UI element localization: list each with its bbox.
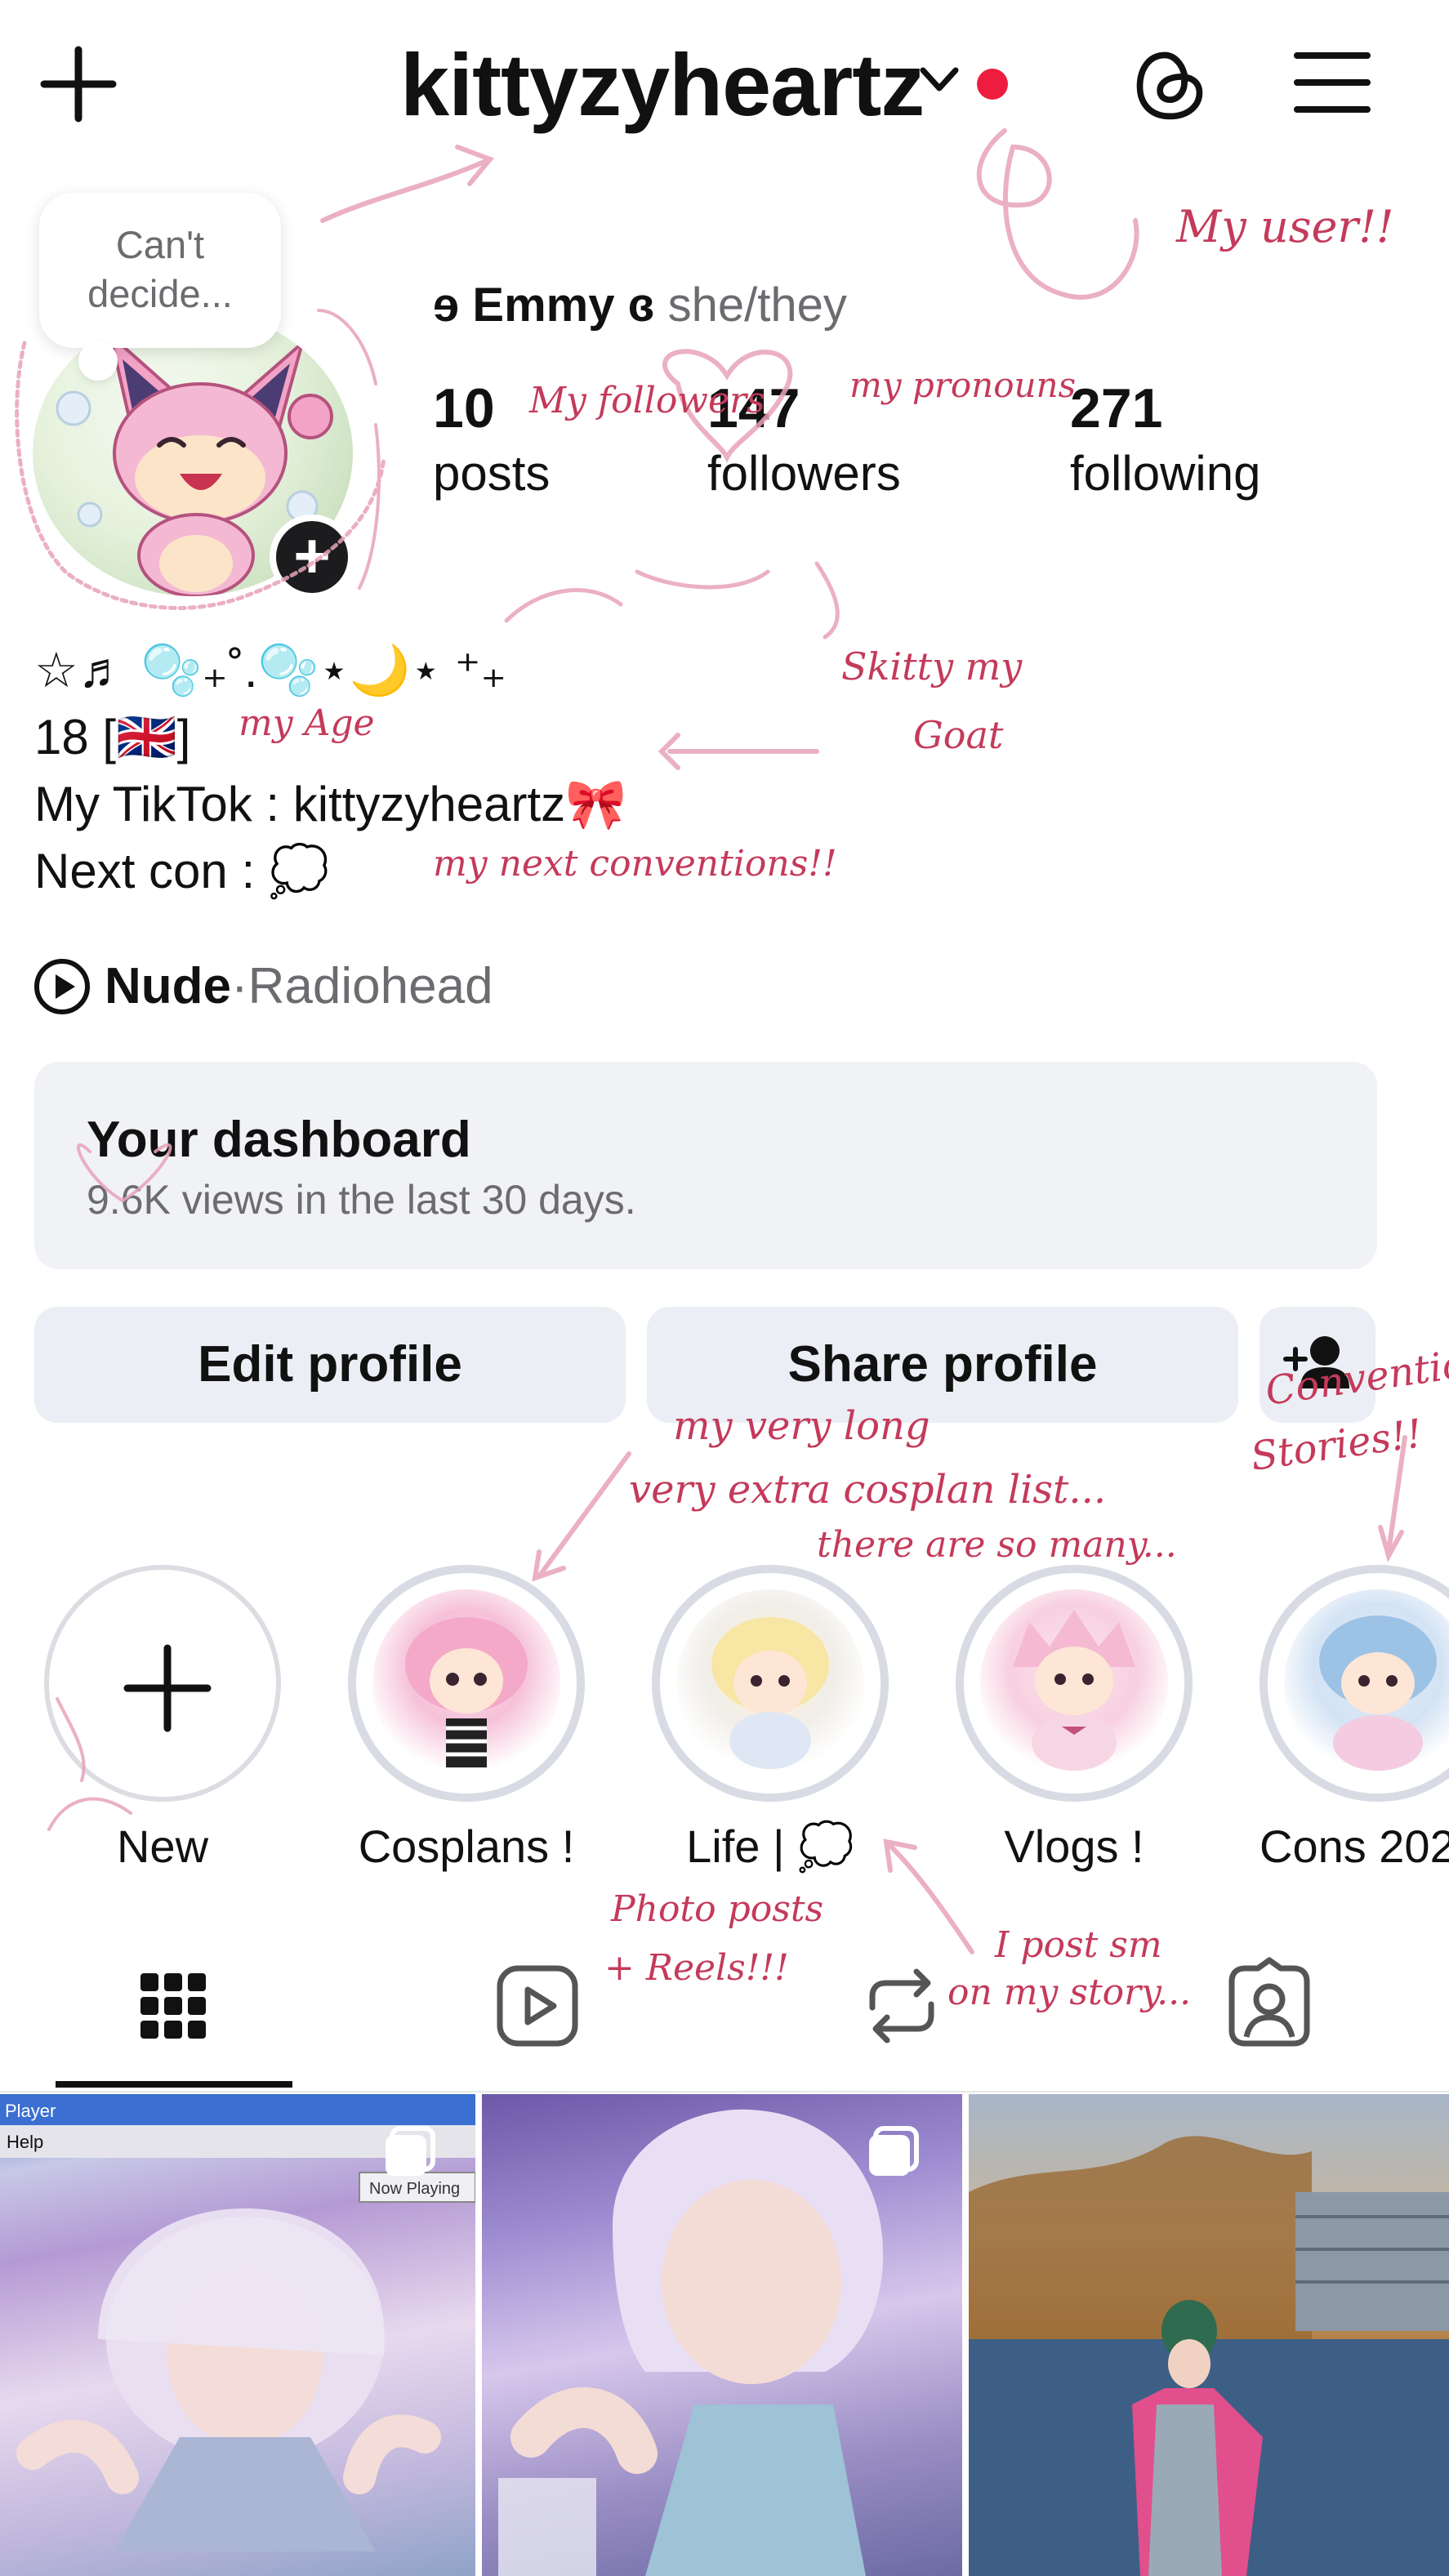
display-name: Emmy	[472, 279, 615, 332]
plus-icon	[123, 1644, 212, 1732]
annotation-reels: + Reels!!!	[604, 1947, 789, 1989]
bio-line-2: 18 [🇬🇧]	[34, 710, 191, 764]
annotation-my-user: My user!!	[1175, 201, 1394, 252]
followers-label: followers	[707, 446, 901, 501]
display-name-line: ɘ Emmy ɞ she/they	[433, 273, 847, 338]
song-separator: ·	[231, 958, 248, 1014]
song-artist: Radiohead	[247, 958, 493, 1014]
play-icon[interactable]	[33, 957, 91, 1016]
name-prefix: ɘ	[433, 279, 460, 332]
doll-cover-image	[676, 1589, 864, 1777]
following-stat[interactable]: 271 following	[1070, 374, 1260, 505]
post-thumbnail[interactable]	[969, 2094, 1449, 2576]
share-profile-button[interactable]: Share profile	[647, 1307, 1238, 1423]
note-bubble-tail	[78, 341, 118, 381]
following-label: following	[1070, 446, 1261, 501]
followers-count: 147	[707, 377, 800, 439]
bio-line-4: Next con : 💭	[34, 844, 330, 898]
highlight-cosplans[interactable]: Cosplans !	[348, 1565, 585, 1875]
highlight-label: Cons 202	[1260, 1821, 1449, 1872]
reposts-icon[interactable]	[853, 1957, 951, 2055]
annotation-post-sm: I post sm	[994, 1924, 1162, 1966]
doll-cover-image	[372, 1589, 560, 1777]
annotation-cosplan-3: there are so many...	[817, 1524, 1177, 1566]
song-title: Nude	[105, 958, 231, 1014]
doll-cover-image	[980, 1589, 1168, 1777]
chevron-down-icon[interactable]	[916, 64, 962, 96]
posts-count: 10	[433, 377, 495, 439]
note-text-line2: decide...	[87, 272, 233, 315]
tagged-icon[interactable]	[1220, 1957, 1318, 2055]
bio-line-3: My TikTok : kittyzyheartz🎀	[34, 777, 626, 831]
highlight-ring	[652, 1565, 889, 1802]
active-tab-indicator	[56, 2081, 292, 2088]
winamp-help: Help	[7, 2132, 43, 2152]
annotation-cosplan-2: very extra cosplan list...	[629, 1467, 1106, 1513]
highlight-label: Life | 💭	[686, 1821, 854, 1872]
followers-stat[interactable]: 147 followers	[707, 374, 901, 505]
highlight-label: Vlogs !	[1004, 1821, 1144, 1872]
professional-dashboard-card[interactable]: Your dashboard 9.6K views in the last 30…	[34, 1062, 1377, 1269]
highlight-cons-clip: Cons 202	[1260, 1565, 1449, 1892]
profile-music[interactable]: Nude · Radiohead	[33, 952, 493, 1021]
threads-icon[interactable]	[1130, 44, 1209, 126]
posts-stat[interactable]: 10 posts	[433, 374, 550, 505]
add-person-icon	[1283, 1336, 1349, 1388]
tab-divider	[0, 2091, 1449, 2092]
username-title[interactable]: kittyzyheartz	[400, 33, 925, 137]
highlight-label: New	[116, 1821, 209, 1872]
highlight-ring	[1260, 1565, 1449, 1802]
winamp-title: Player	[5, 2101, 56, 2121]
note-text-line1: Can't	[115, 223, 205, 266]
annotation-next-conventions: my next conventions!!	[433, 843, 837, 885]
highlight-new-ring	[44, 1565, 281, 1802]
highlight-vlogs[interactable]: Vlogs !	[956, 1565, 1193, 1875]
add-story-button[interactable]: +	[270, 515, 354, 599]
doll-cover-image	[1284, 1589, 1449, 1777]
menu-icon[interactable]	[1294, 49, 1371, 116]
highlight-new[interactable]: New	[44, 1565, 281, 1875]
annotation-skitty: Skitty my	[841, 644, 1023, 689]
grid-icon[interactable]	[124, 1957, 222, 2055]
reels-icon[interactable]	[488, 1957, 586, 2055]
cosplay-photo	[969, 2136, 1449, 2576]
pronouns: she/they	[667, 279, 847, 332]
bio-line-1: ☆♬ 🫧₊˚.🫧⋆🌙⋆ ⁺₊	[34, 643, 507, 697]
following-count: 271	[1070, 377, 1163, 439]
annotation-my-age: my Age	[239, 702, 375, 744]
profile-note-bubble[interactable]: Can't decide...	[39, 193, 281, 348]
highlight-life[interactable]: Life | 💭	[652, 1565, 889, 1875]
carousel-icon	[386, 2126, 435, 2176]
discover-people-button[interactable]	[1260, 1307, 1375, 1423]
name-suffix: ɞ	[627, 279, 655, 332]
highlight-cons[interactable]: Cons 202	[1260, 1565, 1449, 1875]
dashboard-subtitle: 9.6K views in the last 30 days.	[87, 1177, 636, 1223]
posts-label: posts	[433, 446, 551, 501]
annotation-on-my-story: on my story...	[947, 1972, 1191, 2013]
notification-dot	[977, 69, 1008, 100]
annotation-photo-posts: Photo posts	[610, 1888, 823, 1930]
create-plus-icon[interactable]	[39, 45, 118, 123]
annotation-goat: Goat	[913, 713, 1004, 757]
dashboard-title: Your dashboard	[87, 1112, 471, 1168]
highlight-ring	[956, 1565, 1193, 1802]
carousel-icon	[869, 2126, 919, 2176]
winamp-now-playing: Now Playing	[369, 2180, 460, 2198]
highlight-ring	[348, 1565, 585, 1802]
highlight-label: Cosplans !	[358, 1821, 575, 1872]
edit-profile-button[interactable]: Edit profile	[34, 1307, 626, 1423]
